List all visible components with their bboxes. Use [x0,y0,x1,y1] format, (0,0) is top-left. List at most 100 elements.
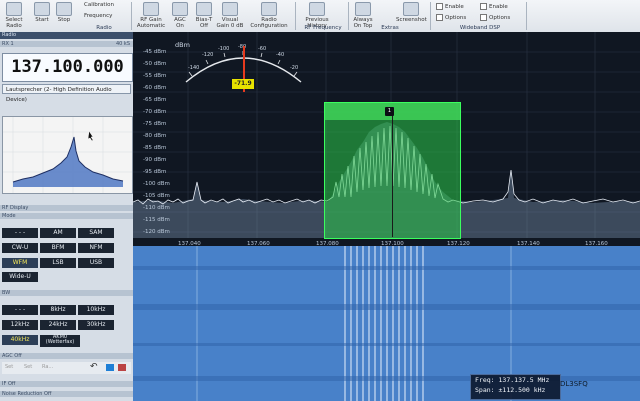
meter-value-badge: -71.9 [232,79,254,89]
db-tick: -85 dBm [143,145,167,151]
bw-button-wetterfax[interactable]: AKM0 (Wetterfax) [40,335,80,347]
calibration-button[interactable]: Calibration [84,2,122,8]
ra-button[interactable]: Ra... [42,364,53,370]
back-icon [309,2,325,16]
rf-gain-button[interactable]: RF Gain Automatic [134,2,168,29]
mode-button-nfm[interactable]: NFM [78,243,114,253]
db-tick: -45 dBm [143,49,167,55]
stop-icon [56,2,72,16]
db-tick: -120 dBm [143,229,170,235]
options-button-2[interactable]: Options [480,14,510,21]
panel-header-radio: Radio [0,32,133,39]
rx-header: RX 1 40 kS [0,41,133,47]
group-wideband-dsp: Wideband DSP [459,25,501,31]
small-button-row: Set Set Ra... ↶ [2,362,131,374]
db-tick: -60 dBm [143,85,167,91]
db-tick: -105 dBm [143,193,170,199]
center-frequency-line [392,116,393,237]
bw-button-10khz[interactable]: 10kHz [78,305,114,315]
mode-button-wide-u[interactable]: Wide-U [2,272,38,282]
options-button[interactable]: Options [436,14,466,21]
agc-button[interactable]: AGC On [170,2,190,29]
meter-tick: -40 [276,52,284,58]
mode-title: Mode [0,213,133,219]
db-tick: -75 dBm [143,121,167,127]
db-tick: -55 dBm [143,73,167,79]
config-icon [261,2,277,16]
bias-icon [196,2,212,16]
bw-button-40khz[interactable]: 40kHz [2,335,38,345]
callsign-watermark: DL3SFQ [560,380,588,388]
mode-button-am[interactable]: AM [40,228,76,238]
ribbon-toolbar: Select Radio Start Stop Calibration Freq… [0,0,640,33]
agc-title: AGC Off [0,353,133,359]
select-radio-button[interactable]: Select Radio [3,2,25,29]
record-icon[interactable] [118,364,126,371]
db-tick: -100 dBm [143,181,170,187]
meter-tick: -140 [188,65,199,71]
waterfall-svg [133,246,640,401]
spectrum-display[interactable]: dBm -45 dBm -50 dBm -55 dBm -60 dBm -65 … [133,32,640,247]
bandwidth-title: BW [0,290,133,296]
bias-t-button[interactable]: Bias-T Off [193,2,215,29]
bw-button-30khz[interactable]: 30kHz [78,320,114,330]
group-radio: Radio [96,25,112,31]
gain-icon [143,2,159,16]
bandwidth-filter-overlay[interactable]: 1 [324,102,461,239]
set-button[interactable]: Set [5,364,13,370]
meter-tick: -20 [290,65,298,71]
separator [295,2,296,30]
mode-button-cw-u[interactable]: CW-U [2,243,38,253]
db-tick: -110 dBm [143,205,170,211]
meter-tick: -120 [202,52,213,58]
stop-button[interactable]: Stop [55,2,73,23]
enable-checkbox-2[interactable]: Enable [480,3,508,10]
bw-button-none[interactable]: - - - [2,305,38,315]
bw-button-12khz[interactable]: 12kHz [2,320,38,330]
radio-icon [6,2,22,16]
visual-gain-icon [222,2,238,16]
frequency-display[interactable]: 137.100.000 [2,53,133,82]
radio-configuration-button[interactable]: Radio Configuration [249,2,289,29]
set-button-2[interactable]: Set [24,364,32,370]
channel-marker[interactable]: 1 [385,107,394,116]
db-tick: -115 dBm [143,217,170,223]
if-title: IF Off [0,381,133,387]
separator [430,2,431,30]
agc-icon [172,2,188,16]
db-tick: -80 dBm [143,133,167,139]
frequency-button[interactable]: Frequency [84,13,122,19]
undo-icon[interactable]: ↶ [90,362,98,372]
mode-button-wfm[interactable]: WFM [2,258,38,268]
db-tick: -70 dBm [143,109,167,115]
audio-device-select[interactable]: Lautsprecher (2- High Definition Audio D… [2,84,131,103]
screenshot-button[interactable]: Screenshot [396,2,427,23]
waterfall-display[interactable] [133,246,640,401]
mode-button-lsb[interactable]: LSB [40,258,76,268]
bw-button-24khz[interactable]: 24kHz [40,320,76,330]
mode-button-none[interactable]: - - - [2,228,38,238]
mode-button-bfm[interactable]: BFM [40,243,76,253]
separator [526,2,527,30]
meter-tick: -60 [258,46,266,52]
separator [348,2,349,30]
span-row: Span: ±112.500 kHz [475,386,546,394]
freq-row: Freq: 137.137.5 MHz [475,376,550,384]
bw-button-8khz[interactable]: 8kHz [40,305,76,315]
play-icon [34,2,50,16]
db-tick: -90 dBm [143,157,167,163]
group-extras: Extras [381,25,399,31]
mode-button-usb[interactable]: USB [78,258,114,268]
db-tick: -50 dBm [143,61,167,67]
mode-button-sam[interactable]: SAM [78,228,114,238]
separator [131,2,132,30]
pin-icon [355,2,371,16]
visual-gain-button[interactable]: Visual Gain 0 dB [216,2,244,29]
mini-spectrum-plot [2,116,133,194]
start-button[interactable]: Start [33,2,51,23]
info-icon[interactable] [106,364,114,371]
noise-reduction-title: Noise Reduction Off [0,391,133,397]
mini-spectrum-svg [3,117,132,193]
enable-checkbox[interactable]: Enable [436,3,464,10]
frequency-info-box: Freq: 137.137.5 MHz Span: ±112.500 kHz [470,374,561,400]
